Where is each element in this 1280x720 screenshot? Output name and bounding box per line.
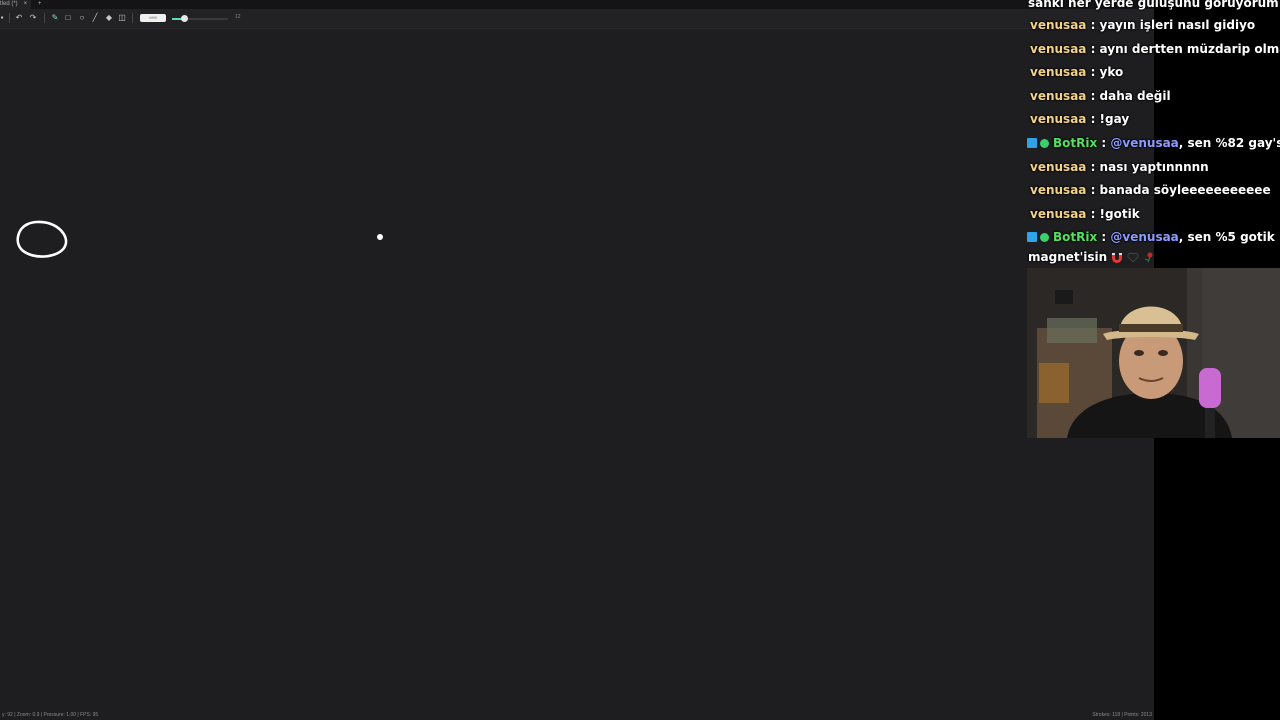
chat-message: venusaa : yko: [1030, 65, 1123, 79]
verified-badge-icon: [1040, 233, 1049, 242]
new-tab-button[interactable]: +: [38, 0, 42, 9]
rectangle-icon[interactable]: □: [63, 13, 73, 23]
webcam-image: [1027, 268, 1280, 438]
redo-icon[interactable]: ↷: [28, 13, 38, 23]
chat-message: BotRix : @venusaa, sen %82 gay'sin: [1027, 136, 1280, 150]
toolbar-divider: [132, 13, 133, 23]
eraser-icon[interactable]: ◆: [104, 13, 114, 23]
chat-message: venusaa : !gotik: [1030, 207, 1140, 221]
chat-username: venusaa: [1030, 112, 1087, 126]
magnet-icon: [1112, 253, 1123, 263]
chat-separator: :: [1086, 18, 1100, 32]
chat-message: venusaa : daha değil: [1030, 89, 1171, 103]
chat-text: magnet'isin: [1028, 250, 1108, 264]
tab-title: tled (*): [0, 1, 18, 7]
canvas-svg: [16, 220, 383, 258]
chat-message: venusaa : aynı dertten müzdarip olmak: [1030, 42, 1280, 56]
webcam-feed: [1027, 268, 1280, 438]
verified-badge-icon: [1040, 139, 1049, 148]
chat-username: BotRix: [1053, 230, 1098, 244]
chat-text: nası yaptınnnnn: [1099, 160, 1209, 174]
chat-text: , sen %82 gay'sin: [1178, 136, 1280, 150]
fill-icon[interactable]: ◫: [117, 13, 127, 23]
status-info-right: Strokes: 118 | Points: 2013: [1092, 712, 1152, 718]
chat-separator: :: [1097, 136, 1111, 150]
color-picker-swatch[interactable]: #ffffff: [140, 14, 166, 22]
chat-separator: :: [1086, 89, 1100, 103]
chat-username: venusaa: [1030, 18, 1087, 32]
bot-badge-icon: [1027, 138, 1037, 148]
line-icon[interactable]: ╱: [90, 13, 100, 23]
brush-size-value: 12: [235, 14, 241, 20]
toolbar-divider: [9, 13, 10, 23]
undo-icon[interactable]: ↶: [14, 13, 24, 23]
chat-separator: :: [1086, 65, 1100, 79]
chat-username: BotRix: [1053, 136, 1098, 150]
rose-icon: [1145, 252, 1153, 263]
chat-message: venusaa : nası yaptınnnnn: [1030, 160, 1209, 174]
chat-username: venusaa: [1030, 207, 1087, 221]
chat-separator: :: [1097, 230, 1111, 244]
chat-message: magnet'isin: [1028, 250, 1159, 264]
chat-message: venusaa : yayın işleri nasıl gidiyo: [1030, 18, 1255, 32]
chat-separator: :: [1086, 183, 1100, 197]
drawn-circle-stroke: [16, 220, 68, 258]
chat-message: sanki her yerde gülüşünü görüyorum: [1028, 0, 1279, 10]
chat-text: aynı dertten müzdarip olmak: [1099, 42, 1280, 56]
status-info-left: y: 92 | Zoom: 0.9 | Pressure: 1.00 | FPS…: [2, 712, 99, 718]
chat-mention: @venusaa: [1110, 230, 1179, 244]
chat-username: venusaa: [1030, 42, 1087, 56]
circle-icon[interactable]: ○: [77, 13, 87, 23]
chat-message: BotRix : @venusaa, sen %5 gotik: [1027, 230, 1275, 244]
chat-separator: :: [1086, 112, 1100, 126]
document-tab[interactable]: tled (*) ×: [0, 0, 32, 9]
chat-separator: :: [1086, 207, 1100, 221]
toolbar-divider: [44, 13, 45, 23]
chat-mention: @venusaa: [1110, 136, 1179, 150]
chat-message: venusaa : banada söyleeeeeeeeeee: [1030, 183, 1271, 197]
drawing-canvas[interactable]: [0, 29, 1154, 705]
chat-message: venusaa : !gay: [1030, 112, 1129, 126]
pen-icon[interactable]: ✎: [50, 13, 60, 23]
brush-size-handle[interactable]: [181, 15, 189, 22]
bot-badge-icon: [1027, 232, 1037, 242]
chat-text: , sen %5 gotik: [1178, 230, 1275, 244]
status-bar: y: 92 | Zoom: 0.9 | Pressure: 1.00 | FPS…: [0, 710, 1154, 720]
chat-username: venusaa: [1030, 183, 1087, 197]
chat-username: venusaa: [1030, 89, 1087, 103]
menu-icon[interactable]: ▪: [0, 13, 7, 23]
chat-username: venusaa: [1030, 65, 1087, 79]
chat-text: yayın işleri nasıl gidiyo: [1099, 18, 1256, 32]
tab-bar: tled (*) × +: [0, 0, 1154, 9]
chat-separator: :: [1086, 160, 1100, 174]
chat-text: sanki her yerde gülüşünü görüyorum: [1028, 0, 1279, 10]
stream-chat-overlay: sanki her yerde gülüşünü görüyorum venus…: [1024, 0, 1280, 268]
chat-text: banada söyleeeeeeeeeee: [1099, 183, 1271, 197]
tab-close-icon[interactable]: ×: [24, 0, 28, 9]
chat-username: venusaa: [1030, 160, 1087, 174]
toolbar: ▪ ↶ ↷ ✎ □ ○ ╱ ◆ ◫ #ffffff 12: [0, 9, 1154, 29]
chat-separator: :: [1086, 42, 1100, 56]
brush-size-slider[interactable]: [172, 15, 228, 22]
chat-text: yko: [1099, 65, 1124, 79]
chat-text: !gotik: [1099, 207, 1140, 221]
drawing-app: tled (*) × + ▪ ↶ ↷ ✎ □ ○ ╱ ◆ ◫ #ffffff 1…: [0, 0, 1154, 720]
chat-text: daha değil: [1099, 89, 1171, 103]
black-heart-icon: [1127, 252, 1139, 263]
brush-cursor: [377, 234, 383, 240]
chat-text: !gay: [1099, 112, 1130, 126]
